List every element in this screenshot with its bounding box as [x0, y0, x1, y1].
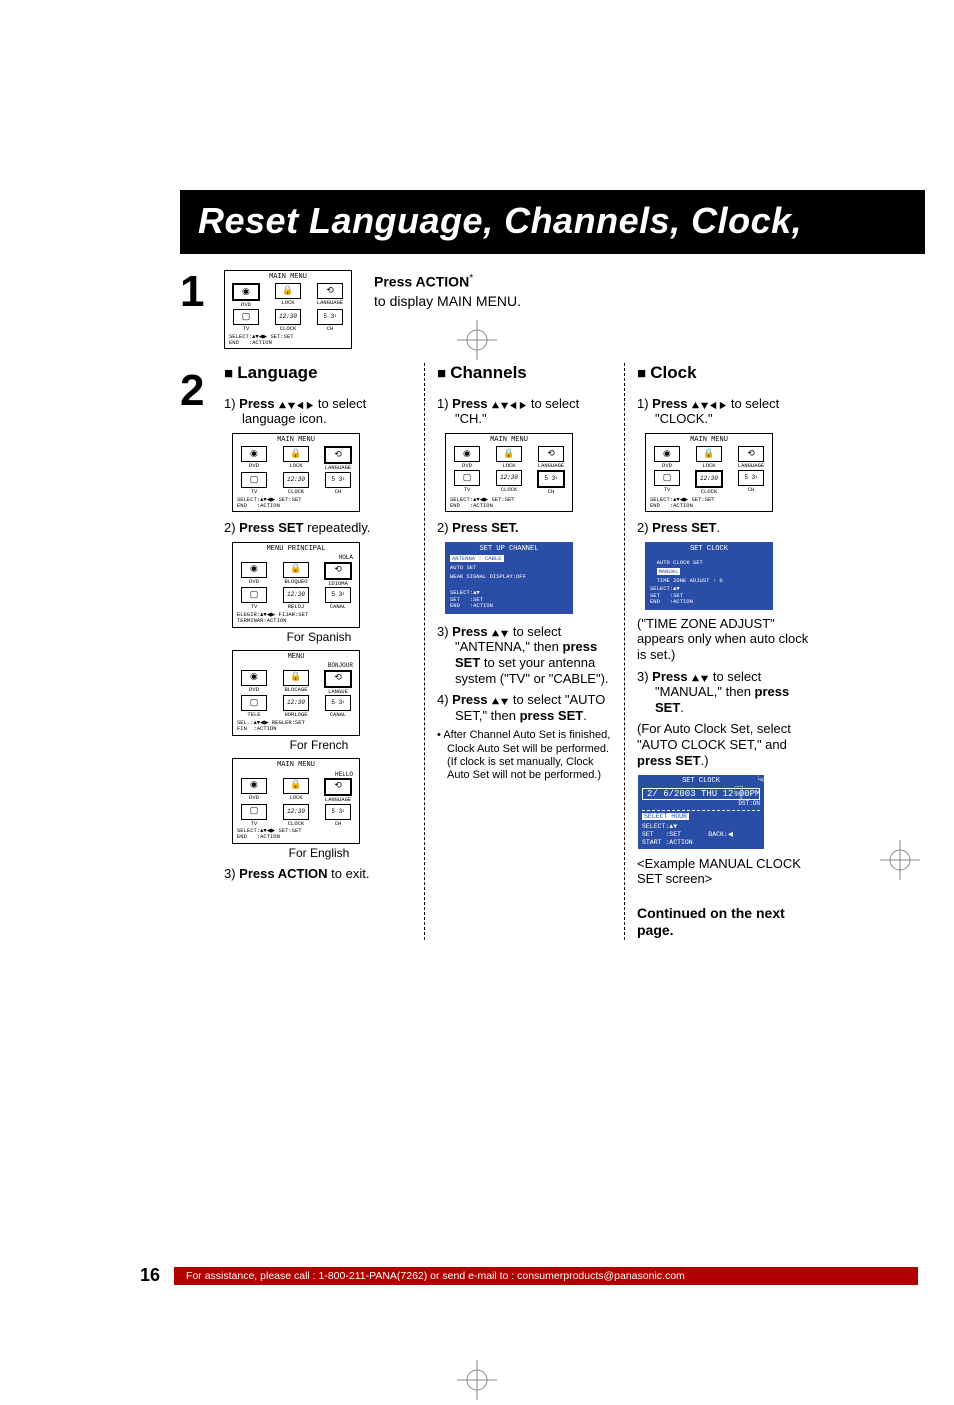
assistance-bar: For assistance, please call : 1-800-211-…	[174, 1267, 918, 1285]
updown-icon	[691, 674, 709, 683]
clock-icon: 12:30	[283, 695, 309, 711]
lock-icon: 🔒	[696, 446, 722, 462]
dvd-icon: ◉	[241, 778, 267, 794]
page-number: 16	[140, 1265, 160, 1286]
main-menu-clock-screenshot: MAIN MENU ◉DVD 🔒LOCK ⟲LANGUAGE ▢TV 12:30…	[645, 433, 773, 512]
ch-icon: 5 31	[537, 470, 565, 488]
ch-step-2: 2) Press SET.	[437, 520, 614, 536]
dvd-icon: ◉	[654, 446, 680, 462]
ch-icon: 5 31	[317, 309, 343, 325]
updown-icon	[491, 697, 509, 706]
dvd-icon: ◉	[454, 446, 480, 462]
tv-icon: ▢	[241, 804, 267, 820]
clock-step-3: 3) Press to select "MANUAL," then press …	[637, 669, 814, 716]
ch-icon: 5 31	[325, 695, 351, 711]
page-footer: 16 For assistance, please call : 1-800-2…	[140, 1265, 918, 1286]
tv-icon: ▢	[241, 587, 267, 603]
manual-clock-screenshot: ☟ ☟ SET CLOCK 2/ 6/2003 THU 12:00PM DST:…	[637, 774, 765, 850]
continued-note: Continued on the next page.	[637, 905, 814, 940]
section-heading-clock: Clock	[637, 363, 814, 383]
caption-spanish: For Spanish	[224, 630, 414, 644]
clock-icon: 12:30	[695, 470, 723, 488]
language-icon: ⟲	[324, 562, 352, 580]
lang-step-3: 3) Press ACTION to exit.	[224, 866, 414, 882]
dvd-icon: ◉	[241, 670, 267, 686]
dvd-icon: ◉	[241, 446, 267, 462]
clock-step-2: 2) Press SET.	[637, 520, 814, 536]
dpad-icon	[491, 401, 527, 410]
menu-english-screenshot: MAIN MENU HELLO ◉DVD 🔒LOCK ⟲LANGUAGE ▢TV…	[232, 758, 360, 844]
clock-icon: 12:30	[283, 804, 309, 820]
language-icon: ⟲	[324, 670, 352, 688]
updown-icon	[491, 629, 509, 638]
example-caption: <Example MANUAL CLOCK SET screen>	[637, 856, 814, 887]
tz-note: ("TIME ZONE ADJUST" appears only when au…	[637, 616, 814, 663]
dvd-icon: ◉	[241, 562, 267, 578]
ch-icon: 5 31	[325, 804, 351, 820]
section-heading-channels: Channels	[437, 363, 614, 383]
channels-column: Channels 1) Press to select "CH." MAIN M…	[424, 363, 624, 940]
screenshot-title: MAIN MENU	[225, 274, 351, 281]
page-title: Reset Language, Channels, Clock,	[180, 190, 925, 254]
dpad-icon	[278, 401, 314, 410]
step-number-2: 2	[180, 363, 224, 413]
ch-step-4: 4) Press to select "AUTO SET," then pres…	[437, 692, 614, 723]
menu-spanish-screenshot: MENU PRINCIPAL HOLA ◉DVD 🔒BLOQUEO ⟲IDIOM…	[232, 542, 360, 628]
language-icon: ⟲	[317, 283, 343, 299]
ch-icon: 5 31	[738, 470, 764, 486]
setup-channel-screenshot: SET UP CHANNEL ANTENNA : CABLE AUTO SET …	[445, 542, 573, 614]
set-clock-screenshot: SET CLOCK AUTO CLOCK SET MANUAL TIME ZON…	[645, 542, 773, 610]
step-1-row: 1 MAIN MENU ◉DVD 🔒LOCK ⟲LANGUAGE ▢TV 12:…	[180, 264, 925, 349]
caption-english: For English	[224, 846, 414, 860]
main-menu-screenshot: MAIN MENU ◉DVD 🔒LOCK ⟲LANGUAGE ▢TV 12:30…	[224, 270, 352, 349]
ch-step-1: 1) Press to select "CH."	[437, 396, 614, 427]
tv-icon: ▢	[241, 695, 267, 711]
lock-icon: 🔒	[283, 670, 309, 686]
clock-icon: 12:30	[283, 472, 309, 488]
autoclock-note: (For Auto Clock Set, select "AUTO CLOCK …	[637, 721, 814, 768]
tv-icon: ▢	[233, 309, 259, 325]
ch-icon: 5 31	[325, 472, 351, 488]
lang-step-1: 1) Press to select language icon.	[224, 396, 414, 427]
menu-french-screenshot: MENU BONJOUR ◉DVD 🔒BLOCAGE ⟲LANGUE ▢TELE…	[232, 650, 360, 736]
lock-icon: 🔒	[283, 778, 309, 794]
ch-step-3: 3) Press to select "ANTENNA," then press…	[437, 624, 614, 686]
registration-mark-icon	[457, 1360, 497, 1400]
ch-bullet: After Channel Auto Set is finished, Cloc…	[437, 729, 614, 782]
lock-icon: 🔒	[283, 446, 309, 462]
tv-icon: ▢	[654, 470, 680, 486]
language-icon: ⟲	[324, 778, 352, 796]
caption-french: For French	[224, 738, 414, 752]
registration-mark-icon	[880, 840, 920, 880]
clock-step-1: 1) Press to select "CLOCK."	[637, 396, 814, 427]
language-icon: ⟲	[738, 446, 764, 462]
language-icon: ⟲	[538, 446, 564, 462]
main-menu-ch-screenshot: MAIN MENU ◉DVD 🔒LOCK ⟲LANGUAGE ▢TV 12:30…	[445, 433, 573, 512]
tv-icon: ▢	[241, 472, 267, 488]
manual-page: Reset Language, Channels, Clock, 1 MAIN …	[0, 190, 954, 1000]
hand-icon: ☟	[757, 775, 768, 784]
clock-icon: 12:30	[283, 587, 309, 603]
step-1-instruction: Press ACTION* to display MAIN MENU.	[374, 272, 521, 310]
registration-mark-icon	[457, 320, 497, 360]
ch-icon: 5 31	[325, 587, 351, 603]
lang-step-2: 2) Press SET repeatedly.	[224, 520, 414, 536]
main-menu-lang-screenshot: MAIN MENU ◉DVD 🔒LOCK ⟲LANGUAGE ▢TV 12:30…	[232, 433, 360, 512]
tv-icon: ▢	[454, 470, 480, 486]
step-number-1: 1	[180, 264, 224, 314]
step-2-row: 2 Language 1) Press to select language i…	[180, 363, 925, 940]
clock-column: Clock 1) Press to select "CLOCK." MAIN M…	[624, 363, 824, 940]
lock-icon: 🔒	[283, 562, 309, 578]
language-column: Language 1) Press to select language ico…	[224, 363, 424, 940]
screenshot-footer: SELECT:▲▼◀▶ SET:SET END :ACTION	[225, 333, 351, 347]
clock-icon: 12:30	[496, 470, 522, 486]
section-heading-language: Language	[224, 363, 414, 383]
lock-icon: 🔒	[275, 283, 301, 299]
lock-icon: 🔒	[496, 446, 522, 462]
dpad-icon	[691, 401, 727, 410]
dvd-icon: ◉	[232, 283, 260, 301]
language-icon: ⟲	[324, 446, 352, 464]
hand-icon: ☟	[733, 789, 744, 798]
clock-icon: 12:30	[275, 309, 301, 325]
